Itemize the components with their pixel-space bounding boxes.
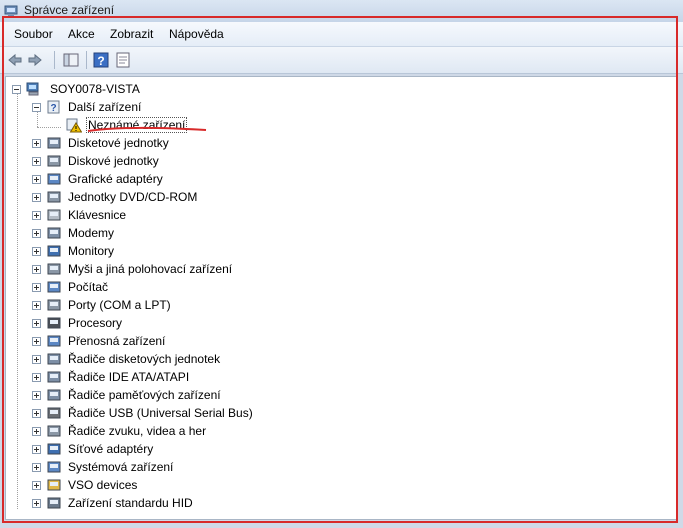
category-label: Přenosná zařízení [68, 334, 166, 348]
category-label: Řadiče paměťových zařízení [68, 388, 221, 402]
category-label: VSO devices [68, 478, 138, 492]
computer-icon [47, 281, 61, 293]
expand-toggle[interactable] [32, 481, 41, 490]
category-label: Síťové adaptéry [68, 442, 154, 456]
disk-drive-icon [47, 155, 61, 167]
expand-toggle[interactable] [32, 175, 41, 184]
expand-toggle[interactable] [32, 229, 41, 238]
expand-toggle[interactable] [32, 265, 41, 274]
category-label: Grafické adaptéry [68, 172, 163, 186]
root-label: SOY0078-VISTA [50, 82, 140, 96]
expand-toggle[interactable] [32, 139, 41, 148]
back-arrow-icon[interactable] [6, 51, 24, 69]
category-label: Počítač [68, 280, 109, 294]
collapse-toggle[interactable] [12, 85, 21, 94]
properties-icon[interactable] [114, 51, 132, 69]
window-title: Správce zařízení [24, 3, 115, 17]
expand-toggle[interactable] [32, 463, 41, 472]
network-adapter-icon [47, 443, 61, 455]
category-label: Řadiče USB (Universal Serial Bus) [68, 406, 253, 420]
modem-icon [47, 227, 61, 239]
collapse-toggle[interactable] [32, 103, 41, 112]
menu-bar: Soubor Akce Zobrazit Nápověda [0, 22, 683, 47]
computer-icon [26, 82, 39, 96]
menu-help[interactable]: Nápověda [169, 27, 224, 41]
expand-toggle[interactable] [32, 499, 41, 508]
vso-device-icon [47, 479, 61, 491]
expand-toggle[interactable] [32, 193, 41, 202]
dvd-drive-icon [47, 191, 61, 203]
expand-toggle[interactable] [32, 427, 41, 436]
category-label: Klávesnice [68, 208, 127, 222]
category-label: Systémová zařízení [68, 460, 174, 474]
category-label: Monitory [68, 244, 115, 258]
category-label: Řadiče zvuku, videa a her [68, 424, 207, 438]
expand-toggle[interactable] [32, 409, 41, 418]
tree-line [37, 112, 38, 127]
warning-device-icon [66, 118, 82, 133]
expand-toggle[interactable] [32, 157, 41, 166]
svg-text:?: ? [97, 54, 104, 68]
expand-toggle[interactable] [32, 445, 41, 454]
category-label: Diskové jednotky [68, 154, 159, 168]
device-label: Neznámé zařízení [86, 117, 188, 133]
unknown-device-icon: ? [47, 100, 60, 114]
svg-text:?: ? [50, 103, 56, 114]
category-label: Jednotky DVD/CD-ROM [68, 190, 198, 204]
expand-toggle[interactable] [32, 319, 41, 328]
portable-device-icon [47, 335, 61, 347]
category-label: Modemy [68, 226, 115, 240]
ide-controller-icon [47, 371, 61, 383]
menu-view[interactable]: Zobrazit [110, 27, 153, 41]
forward-arrow-icon[interactable] [26, 51, 44, 69]
help-icon[interactable]: ? [92, 51, 110, 69]
expand-toggle[interactable] [32, 373, 41, 382]
menu-file[interactable]: Soubor [14, 27, 53, 41]
category-label: Zařízení standardu HID [68, 496, 193, 510]
display-adapter-icon [47, 173, 61, 185]
storage-controller-icon [47, 389, 61, 401]
processor-icon [47, 317, 61, 329]
port-icon [47, 299, 61, 311]
category-label: Porty (COM a LPT) [68, 298, 171, 312]
toolbar: ? [0, 47, 683, 74]
title-bar: Správce zařízení [0, 0, 683, 22]
tree-line [37, 127, 61, 128]
monitor-icon [47, 245, 61, 257]
console-tree-icon[interactable] [62, 51, 80, 69]
device-tree: SOY0078-VISTA ? Další zařízení Neznámé z… [5, 76, 677, 520]
category-label: Další zařízení [68, 100, 142, 114]
category-label: Řadiče IDE ATA/ATAPI [68, 370, 190, 384]
toolbar-separator [86, 51, 87, 69]
expand-toggle[interactable] [32, 337, 41, 346]
category-label: Myši a jiná polohovací zařízení [68, 262, 233, 276]
expand-toggle[interactable] [32, 355, 41, 364]
toolbar-separator [54, 51, 55, 69]
expand-toggle[interactable] [32, 247, 41, 256]
category-label: Procesory [68, 316, 123, 330]
floppy-drive-icon [47, 137, 61, 149]
sound-icon [47, 425, 61, 437]
menu-action[interactable]: Akce [68, 27, 95, 41]
category-label: Řadiče disketových jednotek [68, 352, 221, 366]
usb-icon [47, 407, 61, 419]
expand-toggle[interactable] [32, 283, 41, 292]
keyboard-icon [47, 209, 61, 221]
system-device-icon [47, 461, 61, 473]
expand-toggle[interactable] [32, 391, 41, 400]
device-manager-icon [4, 5, 18, 17]
floppy-controller-icon [47, 353, 61, 365]
hid-icon [47, 497, 61, 509]
expand-toggle[interactable] [32, 211, 41, 220]
tree-line [17, 94, 18, 509]
expand-toggle[interactable] [32, 301, 41, 310]
mouse-icon [47, 263, 61, 275]
category-label: Disketové jednotky [68, 136, 169, 150]
